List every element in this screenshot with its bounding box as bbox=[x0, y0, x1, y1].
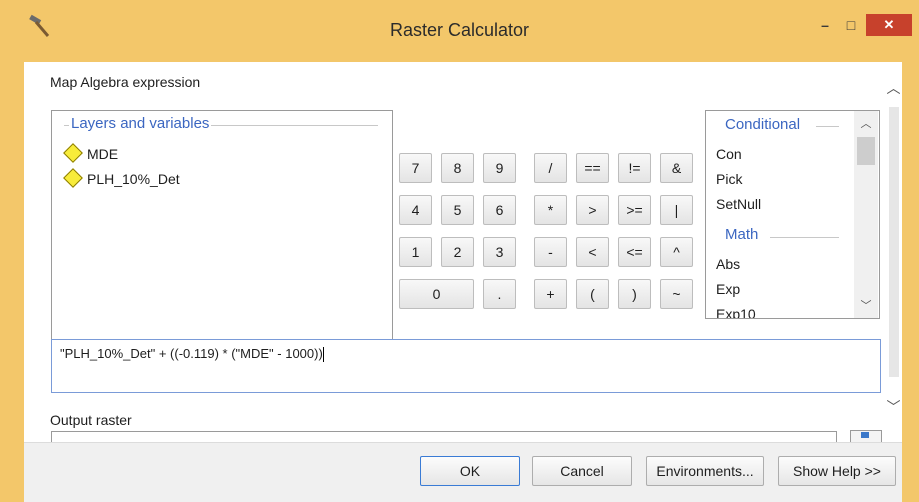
function-item-exp[interactable]: Exp bbox=[716, 281, 740, 297]
ok-button[interactable]: OK bbox=[420, 456, 520, 486]
key-less[interactable]: < bbox=[576, 237, 609, 267]
expression-input[interactable]: "PLH_10%_Det" + ((-0.119) * ("MDE" - 100… bbox=[51, 339, 881, 393]
key-less-equal[interactable]: <= bbox=[618, 237, 651, 267]
key-decimal[interactable]: . bbox=[483, 279, 516, 309]
function-item-pick[interactable]: Pick bbox=[716, 171, 742, 187]
scroll-down-icon[interactable]: ﹀ bbox=[854, 297, 878, 313]
expression-section-label: Map Algebra expression bbox=[50, 74, 201, 90]
dialog-scroll-down-icon[interactable]: ﹀ bbox=[885, 397, 902, 417]
key-7[interactable]: 7 bbox=[399, 153, 432, 183]
environments-button[interactable]: Environments... bbox=[646, 456, 764, 486]
dialog-scroll-thumb[interactable] bbox=[889, 107, 899, 377]
key-3[interactable]: 3 bbox=[483, 237, 516, 267]
key-not[interactable]: ~ bbox=[660, 279, 693, 309]
functions-list[interactable]: Conditional Con Pick SetNull Math Abs Ex… bbox=[705, 110, 880, 319]
key-1[interactable]: 1 bbox=[399, 237, 432, 267]
layer-item-label: PLH_10%_Det bbox=[87, 171, 180, 187]
close-button[interactable]: ✕ bbox=[866, 14, 912, 36]
layer-item-plh[interactable]: PLH_10%_Det bbox=[62, 168, 180, 189]
cancel-button[interactable]: Cancel bbox=[532, 456, 632, 486]
folder-icon bbox=[861, 432, 869, 438]
key-4[interactable]: 4 bbox=[399, 195, 432, 225]
key-close-paren[interactable]: ) bbox=[618, 279, 651, 309]
title-bar[interactable]: Raster Calculator – □ ✕ bbox=[0, 0, 919, 62]
key-8[interactable]: 8 bbox=[441, 153, 474, 183]
window-title: Raster Calculator bbox=[389, 20, 530, 40]
key-greater[interactable]: > bbox=[576, 195, 609, 225]
maximize-button[interactable]: □ bbox=[836, 14, 866, 36]
dialog-body: Map Algebra expression Layers and variab… bbox=[24, 62, 902, 502]
key-or[interactable]: | bbox=[660, 195, 693, 225]
key-greater-equal[interactable]: >= bbox=[618, 195, 651, 225]
key-9[interactable]: 9 bbox=[483, 153, 516, 183]
function-item-abs[interactable]: Abs bbox=[716, 256, 740, 272]
key-multiply[interactable]: * bbox=[534, 195, 567, 225]
key-2[interactable]: 2 bbox=[441, 237, 474, 267]
conditional-group-line bbox=[816, 126, 839, 127]
raster-layer-icon bbox=[63, 143, 83, 164]
function-item-con[interactable]: Con bbox=[716, 146, 742, 162]
layers-group-title: Layers and variables bbox=[69, 115, 212, 132]
raster-layer-icon bbox=[63, 168, 83, 189]
key-5[interactable]: 5 bbox=[441, 195, 474, 225]
layers-list[interactable]: Layers and variables MDE PLH_10%_Det bbox=[51, 110, 393, 347]
layer-item-mde[interactable]: MDE bbox=[62, 143, 119, 164]
conditional-group-title: Conditional bbox=[723, 116, 803, 133]
key-divide[interactable]: / bbox=[534, 153, 567, 183]
expression-text: "PLH_10%_Det" + ((-0.119) * ("MDE" - 100… bbox=[60, 346, 323, 361]
text-cursor bbox=[322, 347, 324, 363]
functions-scrollbar[interactable]: ︿ ﹀ bbox=[854, 111, 878, 318]
math-group-line bbox=[770, 237, 839, 238]
math-group-title: Math bbox=[723, 226, 761, 243]
key-and[interactable]: & bbox=[660, 153, 693, 183]
layer-item-label: MDE bbox=[87, 146, 119, 162]
key-minus[interactable]: - bbox=[534, 237, 567, 267]
scroll-up-icon[interactable]: ︿ bbox=[854, 115, 878, 131]
function-item-setnull[interactable]: SetNull bbox=[716, 196, 761, 212]
key-6[interactable]: 6 bbox=[483, 195, 516, 225]
key-open-paren[interactable]: ( bbox=[576, 279, 609, 309]
output-raster-label: Output raster bbox=[50, 412, 132, 428]
dialog-scroll-up-icon[interactable]: ︿ bbox=[885, 78, 902, 108]
key-0[interactable]: 0 bbox=[399, 279, 474, 309]
key-equal[interactable]: == bbox=[576, 153, 609, 183]
key-plus[interactable]: + bbox=[534, 279, 567, 309]
functions-scroll-thumb[interactable] bbox=[857, 137, 875, 165]
key-not-equal[interactable]: != bbox=[618, 153, 651, 183]
raster-calculator-window: Raster Calculator – □ ✕ Map Algebra expr… bbox=[0, 0, 919, 502]
dialog-footer: OK Cancel Environments... Show Help >> bbox=[24, 442, 902, 502]
key-xor[interactable]: ^ bbox=[660, 237, 693, 267]
function-item-exp10[interactable]: Exp10 bbox=[716, 306, 756, 318]
show-help-button[interactable]: Show Help >> bbox=[778, 456, 896, 486]
